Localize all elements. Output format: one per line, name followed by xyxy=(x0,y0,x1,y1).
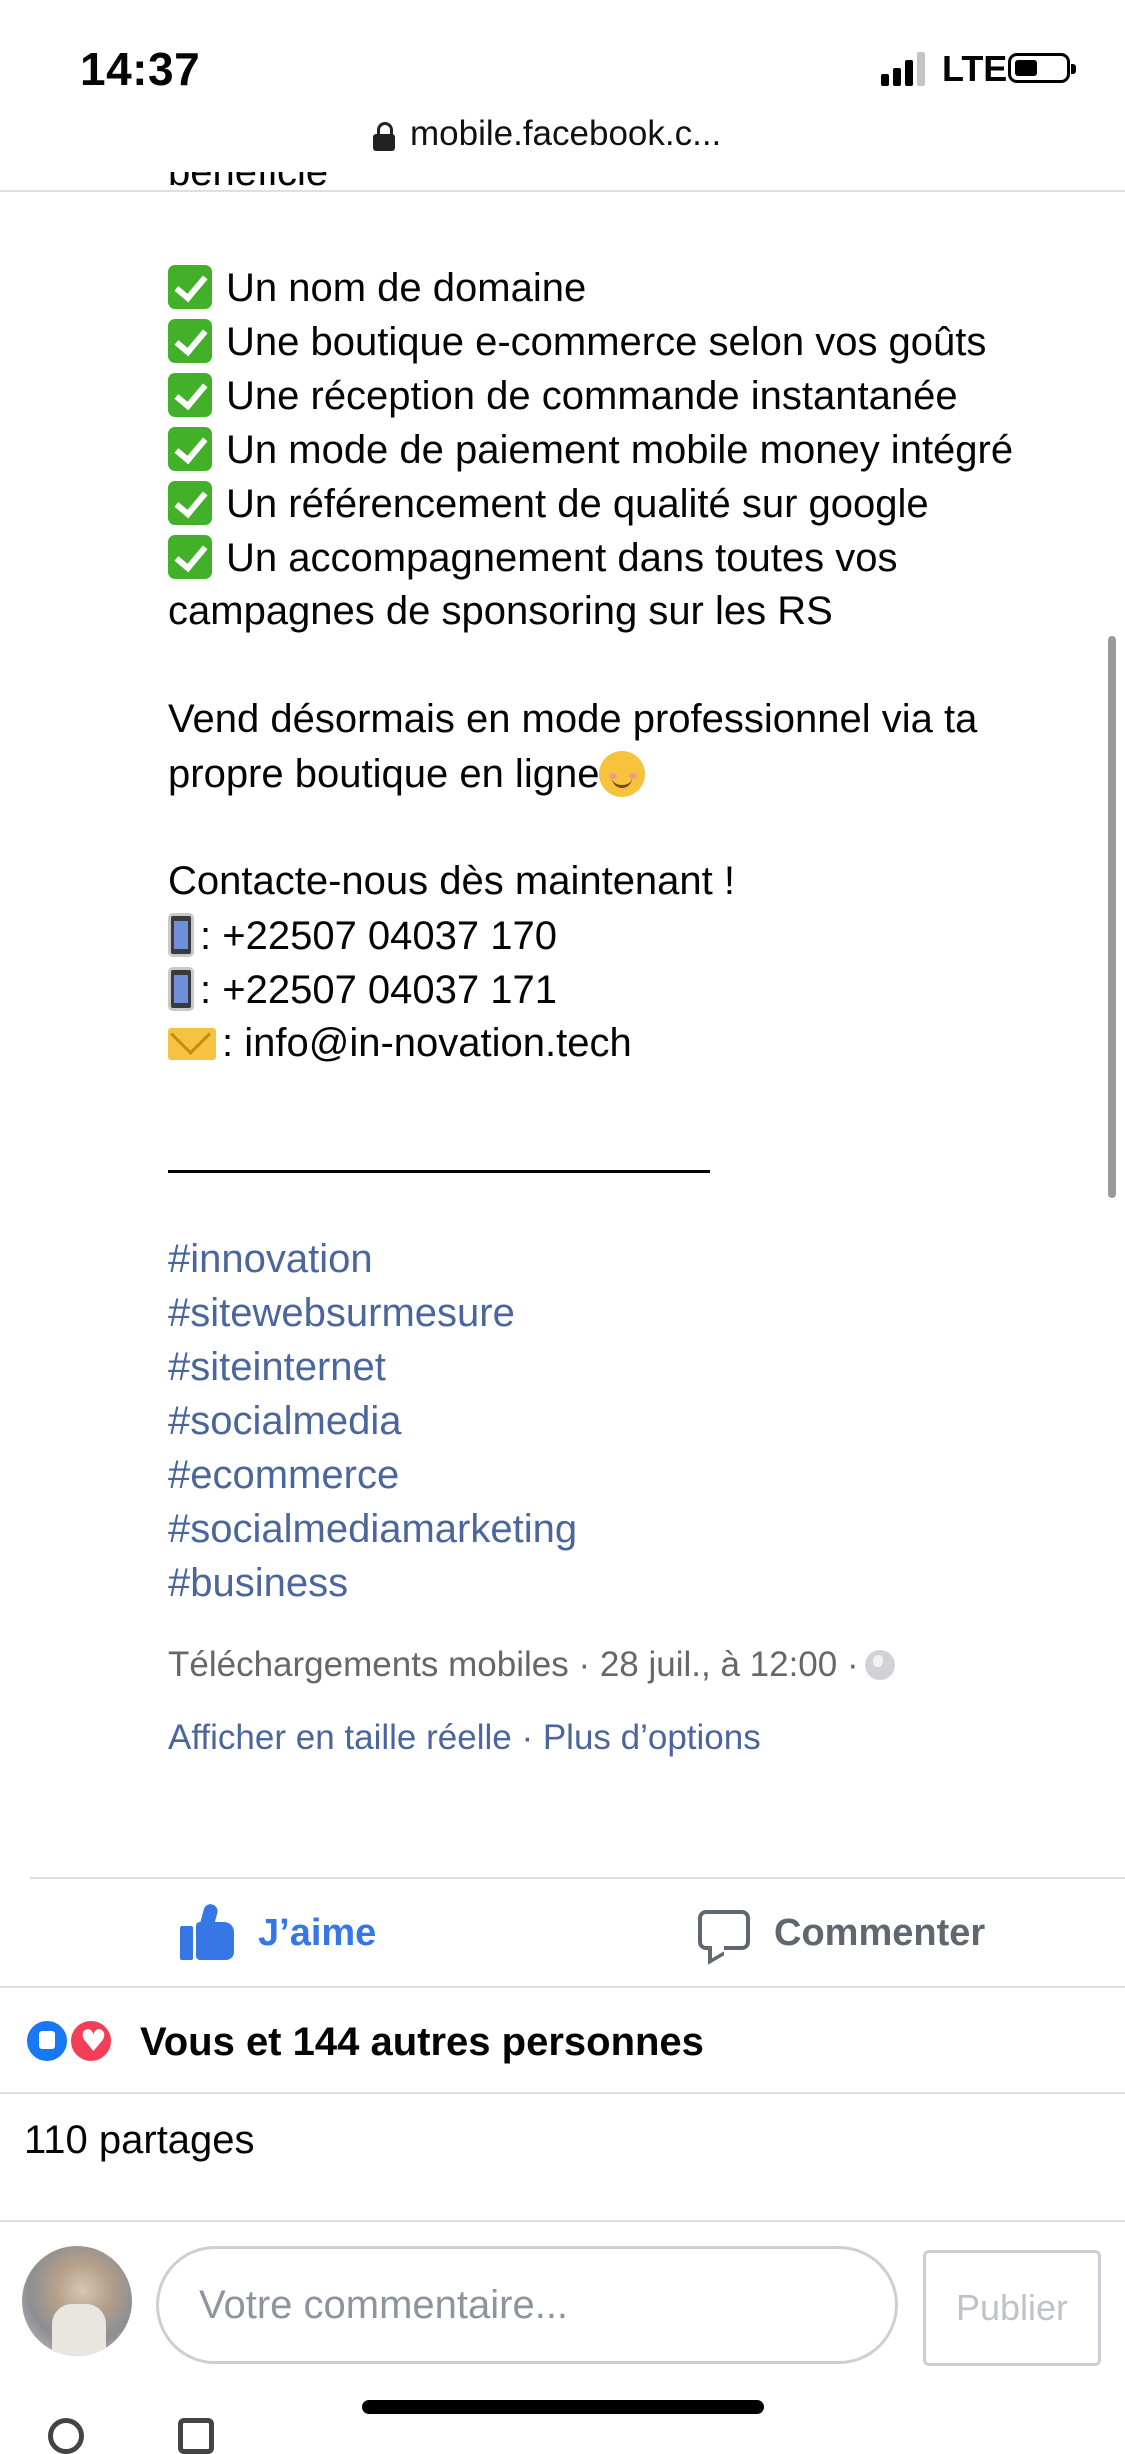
hashtag-link[interactable]: #innovation xyxy=(168,1237,373,1282)
like-reaction-icon xyxy=(24,2018,70,2064)
hashtag-link[interactable]: #siteinternet xyxy=(168,1345,386,1390)
hashtag-link[interactable]: #sitewebsurmesure xyxy=(168,1291,515,1336)
check-mark-icon xyxy=(168,373,212,417)
pitch-line: propre boutique en ligne xyxy=(168,751,646,797)
search-icon xyxy=(48,2418,84,2454)
check-mark-icon xyxy=(168,427,212,471)
text-separator-line xyxy=(168,1170,710,1173)
scrollbar[interactable] xyxy=(1108,636,1116,1198)
comment-label: Commenter xyxy=(774,1912,986,1954)
reactions-divider xyxy=(0,2092,1125,2094)
check-mark-icon xyxy=(168,265,212,309)
network-label: LTE xyxy=(942,48,1008,89)
hashtag-link[interactable]: #socialmedia xyxy=(168,1399,401,1444)
feature-text: Une boutique e-commerce selon vos goûts xyxy=(226,320,987,364)
shares-divider xyxy=(0,2220,1125,2222)
feature-text: Un référencement de qualité sur google xyxy=(226,482,929,526)
publish-button[interactable]: Publier xyxy=(923,2250,1101,2366)
feature-text: Une réception de commande instantanée xyxy=(226,374,958,418)
contact-email: : info@in-novation.tech xyxy=(168,1021,632,1066)
mobile-phone-icon xyxy=(168,913,194,957)
battery-icon xyxy=(1008,53,1076,83)
full-size-link[interactable]: Afficher en taille réelle xyxy=(168,1718,512,1757)
reactions-summary[interactable]: Vous et 144 autres personnes xyxy=(24,2012,1124,2072)
smiling-face-icon xyxy=(599,751,646,797)
feature-item: Un mode de paiement mobile money intégré xyxy=(168,427,1013,473)
shares-count[interactable]: 110 partages xyxy=(24,2118,255,2163)
lock-icon xyxy=(373,122,395,152)
link-separator: · xyxy=(511,1718,543,1757)
envelope-icon xyxy=(168,1028,216,1060)
mobile-phone-icon xyxy=(168,967,194,1011)
thumbs-up-icon xyxy=(180,1902,236,1960)
status-bar: 14:37 LTE xyxy=(0,0,1125,115)
more-options-link[interactable]: Plus d’options xyxy=(543,1718,761,1757)
hashtag-link[interactable]: #socialmediamarketing xyxy=(168,1507,577,1552)
home-indicator xyxy=(362,2400,764,2414)
contact-phone: : +22507 04037 170 xyxy=(168,913,557,959)
phone-text: : +22507 04037 170 xyxy=(200,914,558,958)
camera-icon xyxy=(178,2418,214,2454)
comment-bubble-icon xyxy=(698,1910,750,1950)
feature-item: Un nom de domaine xyxy=(168,265,586,311)
contact-heading: Contacte-nous dès maintenant ! xyxy=(168,859,736,903)
post-meta: Téléchargements mobiles · 28 juil., à 12… xyxy=(168,1645,895,1685)
feature-text: Un nom de domaine xyxy=(226,266,587,310)
pitch-line: Vend désormais en mode professionnel via… xyxy=(168,697,978,741)
feature-text: Un mode de paiement mobile money intégré xyxy=(226,428,1014,472)
feature-item: Une boutique e-commerce selon vos goûts xyxy=(168,319,986,365)
feature-text: Un accompagnement dans toutes vos xyxy=(226,536,898,580)
feature-item: Un référencement de qualité sur google xyxy=(168,481,929,527)
feature-continuation: campagnes de sponsoring sur les RS xyxy=(168,589,833,633)
pitch-text: propre boutique en ligne xyxy=(168,752,600,796)
signal-icon xyxy=(881,52,927,86)
love-reaction-icon xyxy=(68,2018,114,2064)
feature-item: Un accompagnement dans toutes vos xyxy=(168,535,898,581)
action-bar-top-divider xyxy=(30,1877,1125,1879)
url-text[interactable]: mobile.facebook.c... xyxy=(410,114,721,154)
check-mark-icon xyxy=(168,481,212,525)
email-text: : info@in-novation.tech xyxy=(222,1021,632,1065)
feature-item: Une réception de commande instantanée xyxy=(168,373,958,419)
hashtag-link[interactable]: #ecommerce xyxy=(168,1453,399,1498)
contact-phone: : +22507 04037 171 xyxy=(168,967,557,1013)
post-meta-text: Téléchargements mobiles · 28 juil., à 12… xyxy=(168,1645,859,1684)
comment-input[interactable] xyxy=(156,2246,898,2364)
bottom-toolbar-peek xyxy=(48,2418,248,2454)
globe-icon xyxy=(864,1650,895,1680)
status-time: 14:37 xyxy=(80,43,201,95)
like-label: J’aime xyxy=(258,1912,377,1954)
check-mark-icon xyxy=(168,319,212,363)
user-avatar[interactable] xyxy=(22,2246,132,2356)
reactions-text: Vous et 144 autres personnes xyxy=(140,2020,704,2064)
post-links: Afficher en taille réelle · Plus d’optio… xyxy=(168,1718,761,1758)
phone-text: : +22507 04037 171 xyxy=(200,968,558,1012)
url-divider xyxy=(0,190,1125,192)
hashtag-link[interactable]: #business xyxy=(168,1561,348,1606)
comment-composer: Publier xyxy=(0,2240,1125,2380)
check-mark-icon xyxy=(168,535,212,579)
action-bar-bottom-divider xyxy=(0,1986,1125,1988)
